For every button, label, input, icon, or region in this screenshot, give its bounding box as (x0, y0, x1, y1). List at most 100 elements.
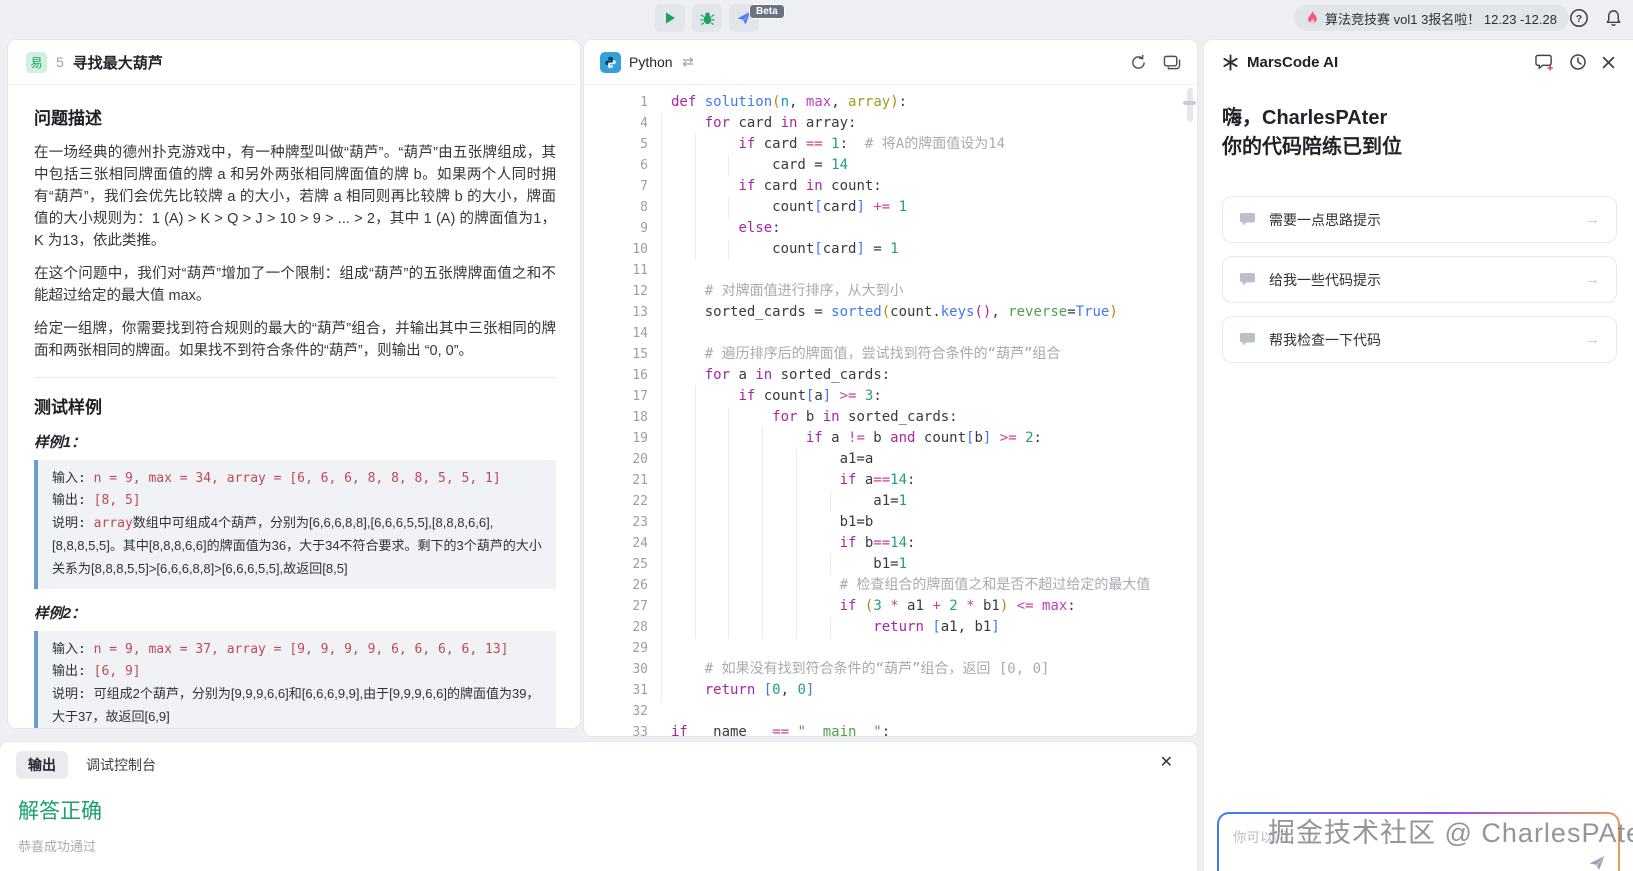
problem-panel: 易 5 寻找最大葫芦 问题描述 在一场经典的德州扑克游戏中，有一种牌型叫做“葫芦… (8, 40, 580, 728)
code-line[interactable]: 11 (584, 260, 1197, 281)
line-number: 33 (632, 725, 648, 736)
contest-banner[interactable]: 算法竞技赛 vol1 3报名啦！ 12.23 -12.28 (1294, 5, 1569, 31)
code-line[interactable]: 8 count[card] += 1 (584, 197, 1197, 218)
send-icon[interactable] (1588, 854, 1606, 871)
problem-number: 5 (56, 54, 64, 70)
code-line[interactable]: 21 if a==14: (584, 470, 1197, 491)
code-line[interactable]: 14 (584, 323, 1197, 344)
code-line[interactable]: 32 (584, 701, 1197, 722)
panel-resize-handle[interactable] (1183, 101, 1196, 105)
code-line[interactable]: 30 # 如果没有找到符合条件的“葫芦”组合，返回 [0, 0] (584, 659, 1197, 680)
line-number: 16 (632, 368, 648, 383)
code-line[interactable]: 20 a1=a (584, 449, 1197, 470)
output-close-icon[interactable]: ✕ (1160, 755, 1173, 771)
code-line[interactable]: 12 # 对牌面值进行排序，从大到小 (584, 281, 1197, 302)
example-note-line: 说明: 可组成2个葫芦，分别为[9,9,9,6,6]和[6,6,6,9,9],由… (52, 686, 540, 724)
suggestion-label: 给我一些代码提示 (1269, 271, 1381, 288)
example-note-text: 可组成2个葫芦，分别为[9,9,9,6,6]和[6,6,6,9,9],由于[9,… (52, 686, 540, 724)
code-line[interactable]: 6 card = 14 (584, 155, 1197, 176)
problem-description-area[interactable]: 问题描述 在一场经典的德州扑克游戏中，有一种牌型叫做“葫芦”。“葫芦”由五张牌组… (8, 86, 580, 728)
notifications-button[interactable] (1603, 7, 1624, 28)
assistant-close-icon[interactable] (1602, 56, 1615, 69)
code-line[interactable]: 13 sorted_cards = sorted(count.keys(), r… (584, 302, 1197, 323)
example-output-value: [6, 9] (93, 664, 141, 679)
assistant-title: MarsCode AI (1247, 53, 1339, 71)
help-button[interactable]: ? (1568, 7, 1589, 28)
tab-output[interactable]: 输出 (16, 751, 68, 779)
line-number: 20 (632, 452, 648, 467)
code-line[interactable]: 16 for a in sorted_cards: (584, 365, 1197, 386)
code-line[interactable]: 26 # 检查组合的牌面值之和是否不超过给定的最大值 (584, 575, 1197, 596)
example-block: 输入: n = 9, max = 37, array = [9, 9, 9, 9… (34, 631, 556, 728)
line-number: 26 (632, 578, 648, 593)
result-subtitle: 恭喜成功通过 (18, 839, 97, 854)
language-selector[interactable]: Python (629, 54, 673, 70)
code-line[interactable]: 7 if card in count: (584, 176, 1197, 197)
assistant-panel: MarsCode AI 嗨，CharlesPAter 你的代码陪练已到位 需要一… (1204, 40, 1633, 871)
bell-icon (1606, 9, 1621, 26)
code-line[interactable]: 25 b1=1 (584, 554, 1197, 575)
code-line[interactable]: 27 if (3 * a1 + 2 * b1) <= max: (584, 596, 1197, 617)
line-number: 22 (632, 494, 648, 509)
suggestion-card-check-code[interactable]: 帮我检查一下代码 → (1222, 316, 1617, 363)
section-heading-examples: 测试样例 (34, 398, 102, 417)
editor-scrollbar[interactable] (1187, 88, 1193, 122)
reset-code-icon[interactable] (1130, 54, 1147, 71)
output-tabs: 输出 调试控制台 (0, 742, 1197, 779)
suggestion-card-code-hint[interactable]: 给我一些代码提示 → (1222, 256, 1617, 303)
code-line[interactable]: 1 def solution(n, max, array): (584, 92, 1197, 113)
code-line[interactable]: 31 return [0, 0] (584, 680, 1197, 701)
line-number: 25 (632, 557, 648, 572)
code-line[interactable]: 24 if b==14: (584, 533, 1197, 554)
code-line[interactable]: 19 if a != b and count[b] >= 2: (584, 428, 1197, 449)
tab-debug-console[interactable]: 调试控制台 (74, 751, 168, 779)
editor-panel: Python 1 def solution(n, max, array): 4 fo… (584, 40, 1197, 736)
chat-bubble-icon (1240, 212, 1255, 226)
debug-button[interactable] (692, 4, 722, 32)
code-line[interactable]: 33 if __name__ == "__main__": (584, 722, 1197, 736)
code-line[interactable]: 4 for card in array: (584, 113, 1197, 134)
format-discussion-icon[interactable] (1163, 54, 1181, 71)
problem-paragraph: 在这个问题中，我们对“葫芦”增加了一个限制：组成“葫芦”的五张牌牌面值之和不能超… (34, 266, 556, 304)
greeting-line-1: 嗨，CharlesPAter (1222, 107, 1388, 129)
line-number: 19 (632, 431, 648, 446)
code-line[interactable]: 29 (584, 638, 1197, 659)
code-line[interactable]: 10 count[card] = 1 (584, 239, 1197, 260)
arrow-right-icon: → (1585, 211, 1600, 228)
play-icon (666, 12, 675, 24)
line-number: 28 (632, 620, 648, 635)
code-line[interactable]: 5 if card == 1: # 将A的牌面值设为14 (584, 134, 1197, 155)
code-line[interactable]: 15 # 遍历排序后的牌面值，尝试找到符合条件的“葫芦”组合 (584, 344, 1197, 365)
code-line[interactable]: 18 for b in sorted_cards: (584, 407, 1197, 428)
assistant-input-box (1217, 812, 1620, 871)
line-number: 5 (640, 137, 648, 152)
history-icon[interactable] (1569, 53, 1587, 71)
example-block: 输入: n = 9, max = 34, array = [6, 6, 6, 8… (34, 460, 556, 589)
example-label: 样例1： (34, 435, 86, 451)
code-lines: 1 def solution(n, max, array): 4 for card … (584, 92, 1197, 736)
chat-bubble-icon (1240, 272, 1255, 286)
run-button[interactable] (655, 4, 685, 32)
swap-language-icon[interactable] (681, 56, 695, 68)
difficulty-badge: 易 (26, 51, 47, 73)
output-panel: 输出 调试控制台 ✕ 解答正确 恭喜成功通过 (0, 742, 1197, 871)
line-number: 14 (632, 326, 648, 341)
code-line[interactable]: 22 a1=1 (584, 491, 1197, 512)
code-line[interactable]: 17 if count[a] >= 3: (584, 386, 1197, 407)
line-number: 24 (632, 536, 648, 551)
suggestion-card-idea-hint[interactable]: 需要一点思路提示 → (1222, 196, 1617, 243)
code-editor[interactable]: 1 def solution(n, max, array): 4 for card … (584, 86, 1197, 736)
code-line[interactable]: 28 return [a1, b1] (584, 617, 1197, 638)
example-note-code: array (93, 516, 133, 531)
example-note-line: 说明: array数组中可组成4个葫芦，分别为[6,6,6,8,8],[6,6,… (52, 515, 542, 576)
line-number: 13 (632, 305, 648, 320)
section-divider (34, 377, 556, 378)
code-line[interactable]: 23 b1=b (584, 512, 1197, 533)
example-output-value: [8, 5] (93, 493, 141, 508)
line-number: 6 (640, 158, 648, 173)
assistant-input[interactable] (1219, 814, 1618, 871)
new-chat-icon[interactable] (1535, 53, 1554, 71)
line-number: 30 (632, 662, 648, 677)
section-heading-description: 问题描述 (34, 109, 102, 128)
code-line[interactable]: 9 else: (584, 218, 1197, 239)
